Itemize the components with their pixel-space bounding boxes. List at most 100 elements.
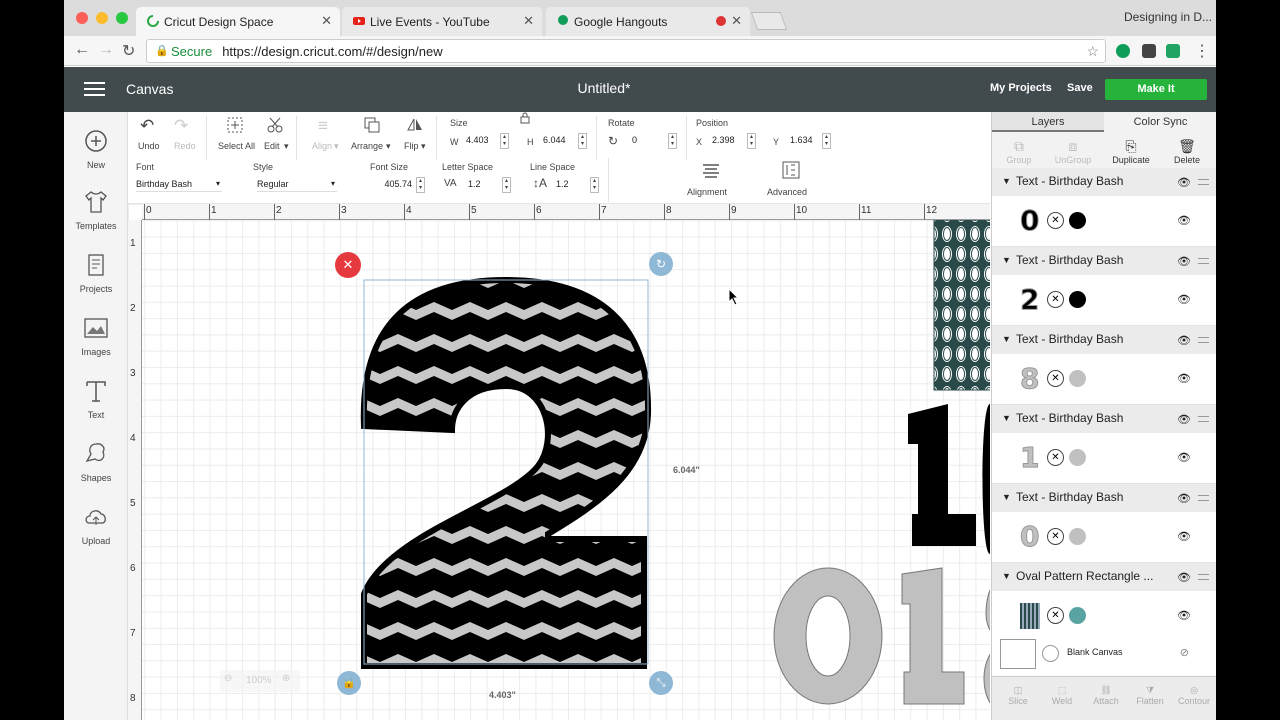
layer-color-swatch[interactable] bbox=[1069, 291, 1086, 308]
eye-icon[interactable]: 👁 bbox=[1177, 413, 1191, 426]
height-stepper[interactable]: ▴ ▾ bbox=[578, 133, 587, 149]
font-size-input[interactable]: 405.74 bbox=[376, 177, 414, 193]
undo-icon[interactable]: ↶ bbox=[140, 116, 154, 136]
drag-handle-icon[interactable] bbox=[1198, 495, 1209, 501]
layer-group-header[interactable]: ▼ Text - Birthday Bash 👁 bbox=[992, 247, 1216, 275]
eye-icon[interactable]: 👁 bbox=[1177, 451, 1191, 464]
close-tab-icon[interactable]: ✕ bbox=[523, 13, 534, 29]
lock-handle-icon[interactable]: 🔒 bbox=[337, 671, 361, 695]
arrange-icon[interactable] bbox=[363, 116, 381, 134]
layer-group-header[interactable]: ▼ Text - Birthday Bash 👁 bbox=[992, 484, 1216, 512]
eye-icon[interactable]: 👁 bbox=[1177, 492, 1191, 505]
hide-contour-icon[interactable]: ✕ bbox=[1047, 212, 1064, 229]
drag-handle-icon[interactable] bbox=[1198, 337, 1209, 343]
my-projects-button[interactable]: My Projects bbox=[990, 82, 1052, 94]
layer-group-header[interactable]: ▼ Oval Pattern Rectangle ... 👁 bbox=[992, 563, 1216, 591]
width-input[interactable]: 4.403 bbox=[462, 133, 498, 149]
sidebar-item-templates[interactable]: Templates bbox=[64, 189, 128, 231]
collapse-triangle-icon[interactable]: ▼ bbox=[1002, 176, 1011, 186]
advanced-icon[interactable] bbox=[781, 160, 801, 180]
eye-icon[interactable]: 👁 bbox=[1177, 293, 1191, 306]
layer-color-swatch[interactable] bbox=[1069, 370, 1086, 387]
minimize-window-button[interactable] bbox=[96, 12, 108, 24]
layer-group-header[interactable]: ▼ Text - Birthday Bash 👁 bbox=[992, 405, 1216, 433]
url-input[interactable]: 🔒 Secure https://design.cricut.com/#/des… bbox=[146, 39, 1106, 63]
select-all-button[interactable]: Select All bbox=[218, 141, 255, 151]
zoom-in-icon[interactable]: ⊕ bbox=[282, 673, 290, 684]
edit-dropdown[interactable]: Edit bbox=[264, 141, 280, 151]
collapse-triangle-icon[interactable]: ▼ bbox=[1002, 255, 1011, 265]
zoom-out-icon[interactable]: ⊖ bbox=[224, 673, 232, 684]
font-size-stepper[interactable]: ▴ ▾ bbox=[416, 177, 425, 193]
collapse-triangle-icon[interactable]: ▼ bbox=[1002, 413, 1011, 423]
layer-row[interactable]: 0 ✕ 👁 bbox=[992, 196, 1216, 247]
y-position-stepper[interactable]: ▴ ▾ bbox=[822, 133, 831, 149]
sidebar-item-shapes[interactable]: Shapes bbox=[64, 441, 128, 483]
rotate-stepper[interactable]: ▴ ▾ bbox=[668, 133, 677, 149]
rotate-input[interactable]: 0 bbox=[628, 133, 668, 149]
reload-icon[interactable]: ↻ bbox=[122, 41, 135, 61]
eye-icon[interactable]: 👁 bbox=[1177, 176, 1191, 189]
arrange-dropdown[interactable]: Arrange bbox=[351, 141, 383, 151]
rotate-handle-icon[interactable]: ↻ bbox=[649, 252, 673, 276]
advanced-button[interactable]: Advanced bbox=[767, 187, 807, 197]
browser-tab-hangouts[interactable]: Google Hangouts ✕ bbox=[546, 7, 750, 36]
flip-icon[interactable] bbox=[406, 116, 424, 134]
maximize-window-button[interactable] bbox=[116, 12, 128, 24]
eye-icon[interactable]: 👁 bbox=[1177, 214, 1191, 227]
drag-handle-icon[interactable] bbox=[1198, 574, 1209, 580]
hidden-eye-icon[interactable]: ⊘ bbox=[1180, 646, 1189, 659]
tab-color-sync[interactable]: Color Sync bbox=[1104, 112, 1216, 132]
layer-color-swatch[interactable] bbox=[1069, 449, 1086, 466]
eye-icon[interactable]: 👁 bbox=[1177, 255, 1191, 268]
line-space-stepper[interactable]: ▴ ▾ bbox=[590, 177, 599, 193]
extension-green-icon[interactable] bbox=[1116, 44, 1130, 58]
font-select[interactable]: Birthday Bash ▾ bbox=[136, 176, 222, 192]
eye-icon[interactable]: 👁 bbox=[1177, 372, 1191, 385]
browser-tab-youtube[interactable]: Live Events - YouTube ✕ bbox=[342, 7, 542, 36]
eye-icon[interactable]: 👁 bbox=[1177, 334, 1191, 347]
delete-handle-icon[interactable]: ✕ bbox=[335, 252, 361, 278]
hide-contour-icon[interactable]: ✕ bbox=[1047, 291, 1064, 308]
text-eight-grey-shape[interactable] bbox=[983, 568, 990, 720]
layer-row[interactable]: 2 ✕ 👁 bbox=[992, 275, 1216, 326]
save-button[interactable]: Save bbox=[1067, 82, 1093, 94]
layer-row[interactable]: 0 ✕ 👁 bbox=[992, 512, 1216, 563]
eye-icon[interactable]: 👁 bbox=[1177, 571, 1191, 584]
profile-name[interactable]: Designing in D... bbox=[1124, 10, 1212, 24]
tab-layers[interactable]: Layers bbox=[992, 112, 1104, 132]
layer-group-header[interactable]: ▼ Text - Birthday Bash 👁 bbox=[992, 168, 1216, 196]
collapse-triangle-icon[interactable]: ▼ bbox=[1002, 334, 1011, 344]
back-icon[interactable]: ← bbox=[74, 41, 90, 59]
letter-space-stepper[interactable]: ▴ ▾ bbox=[502, 177, 511, 193]
lock-ratio-icon[interactable] bbox=[520, 112, 530, 124]
collapse-triangle-icon[interactable]: ▼ bbox=[1002, 571, 1011, 581]
duplicate-button[interactable]: ⎘ Duplicate bbox=[1106, 138, 1156, 165]
blank-canvas-row[interactable]: Blank Canvas ⊘ bbox=[992, 632, 1216, 676]
sidebar-item-upload[interactable]: Upload bbox=[64, 504, 128, 546]
chevron-two-shape[interactable] bbox=[360, 276, 652, 669]
zoom-control[interactable]: ⊖ 100% ⊕ bbox=[220, 670, 300, 692]
y-position-input[interactable]: 1.634 bbox=[786, 133, 822, 149]
menu-kebab-icon[interactable]: ⋮ bbox=[1194, 41, 1210, 61]
flip-dropdown[interactable]: Flip bbox=[404, 141, 419, 151]
text-six-shape[interactable] bbox=[982, 403, 991, 554]
make-it-button[interactable]: Make It bbox=[1105, 79, 1207, 100]
x-position-input[interactable]: 2.398 bbox=[708, 133, 744, 149]
height-input[interactable]: 6.044 bbox=[539, 133, 575, 149]
close-tab-icon[interactable]: ✕ bbox=[731, 13, 742, 29]
close-window-button[interactable] bbox=[76, 12, 88, 24]
forward-icon[interactable]: → bbox=[98, 41, 114, 59]
text-one-grey-shape[interactable] bbox=[901, 567, 965, 705]
delete-button[interactable]: 🗑 Delete bbox=[1162, 138, 1212, 165]
drag-handle-icon[interactable] bbox=[1198, 258, 1209, 264]
design-canvas[interactable]: ✕ ↻ 🔒 ⤡ 6.044" 4.403" ⊖ 100% ⊕ bbox=[128, 204, 990, 720]
layer-row[interactable]: 8 ✕ 👁 bbox=[992, 354, 1216, 405]
blank-canvas-swatch[interactable] bbox=[1000, 639, 1036, 669]
layer-color-swatch[interactable] bbox=[1069, 528, 1086, 545]
extension-grid-icon[interactable] bbox=[1142, 44, 1156, 58]
sidebar-item-images[interactable]: Images bbox=[64, 315, 128, 357]
edit-scissors-icon[interactable] bbox=[266, 116, 284, 134]
resize-handle-icon[interactable]: ⤡ bbox=[649, 671, 673, 695]
select-all-icon[interactable] bbox=[226, 116, 244, 134]
